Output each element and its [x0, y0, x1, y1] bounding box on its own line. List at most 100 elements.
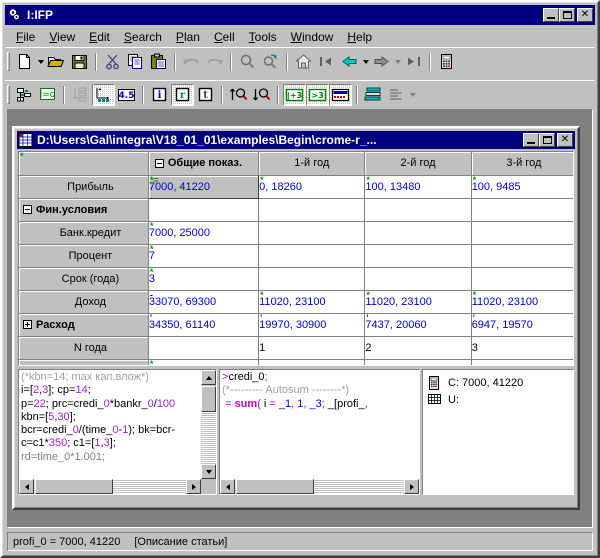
scroll-right-button[interactable] [186, 479, 201, 494]
forward-dropdown[interactable] [393, 51, 402, 73]
column-header-general[interactable]: Общие показ. [148, 152, 260, 176]
scroll-left-button[interactable] [220, 479, 235, 494]
menu-edit[interactable]: Edit [82, 28, 117, 46]
cell-bank-year3[interactable] [471, 221, 573, 245]
row-header-n-goda[interactable]: N года [19, 336, 149, 360]
redo-button[interactable] [203, 51, 226, 73]
calculator-button[interactable] [435, 51, 458, 73]
save-button[interactable] [68, 51, 91, 73]
insert-plus-button[interactable]: |+3 [283, 83, 306, 106]
column-header-corner[interactable]: * [19, 152, 149, 176]
undo-button[interactable] [180, 51, 203, 73]
layers-button[interactable] [362, 84, 385, 106]
sort-tree-button[interactable] [69, 84, 92, 106]
cell-srok-year1[interactable] [258, 267, 366, 291]
cell-ngoda-year2[interactable]: 2 [364, 336, 472, 360]
watch-pane[interactable]: C: 7000, 41220 U: [422, 369, 574, 495]
last-button[interactable] [402, 51, 425, 73]
cell-dohod-general[interactable]: -33070, 69300 [148, 290, 260, 314]
cell-dohod-year1[interactable]: * 11020, 23100 [258, 290, 366, 314]
maximize-button[interactable] [559, 8, 575, 22]
menu-tools[interactable]: Tools [242, 28, 284, 46]
menu-view[interactable]: View [42, 28, 82, 46]
scroll-right-button[interactable] [404, 479, 419, 494]
cell-procent-year2[interactable] [364, 244, 472, 268]
cell-bank-general[interactable]: * 7000, 25000 [148, 221, 260, 245]
menu-plan[interactable]: Plan [169, 28, 207, 46]
column-header-year3[interactable]: 3-й год [471, 152, 573, 176]
scroll-left-button[interactable] [19, 479, 34, 494]
formula-text[interactable]: >credi_0; (*--------- Autosum --------*)… [222, 371, 417, 479]
cell-srok-general[interactable]: * 3 [148, 267, 260, 291]
expand-toggle-icon[interactable] [23, 320, 32, 330]
source-vertical-scrollbar[interactable] [201, 370, 216, 479]
cell-fin-year3[interactable] [471, 198, 573, 222]
document-close-button[interactable]: ✕ [557, 133, 573, 147]
cell-srok-year2[interactable] [364, 267, 472, 291]
cell-procent-general[interactable]: * 7 [148, 244, 260, 268]
search-up-button[interactable] [227, 84, 250, 106]
source-code-text[interactable]: (*kbn=14; max кап.влож*) i=[2,3]; cp=14;… [21, 371, 201, 479]
info-button[interactable]: i [148, 84, 171, 106]
cell-ngoda-general[interactable] [148, 336, 260, 360]
cell-fin-year2[interactable] [364, 198, 472, 222]
search-down-button[interactable] [250, 84, 273, 106]
cell-chist-year1[interactable] [258, 359, 366, 365]
first-button[interactable] [315, 51, 338, 73]
collapse-toggle-icon[interactable] [23, 205, 32, 215]
row-header-chist-pribyl[interactable]: Чист.прибыль [19, 359, 149, 365]
cell-chist-year3[interactable] [471, 359, 573, 365]
menu-search[interactable]: Search [117, 28, 169, 46]
scroll-down-button[interactable] [201, 464, 216, 479]
cell-rashod-general[interactable]: ' 34350, 61140 [148, 313, 260, 337]
row-header-dohod[interactable]: Доход [19, 290, 149, 314]
cell-rashod-year2[interactable]: ' 7437, 20060 [364, 313, 472, 337]
back-dropdown[interactable] [361, 51, 370, 73]
chart-axes-button[interactable] [92, 83, 115, 106]
toolbar-grip[interactable] [7, 85, 10, 104]
document-minimize-button[interactable] [523, 133, 539, 147]
watch-row-c[interactable]: C: 7000, 41220 [423, 374, 573, 391]
cut-button[interactable] [101, 51, 124, 73]
cell-pribyl-year1[interactable]: * 0, 18260 [258, 175, 366, 199]
menu-window[interactable]: Window [284, 28, 341, 46]
cell-dohod-year3[interactable]: * 11020, 23100 [471, 290, 573, 314]
cell-rashod-year3[interactable]: ' 6947, 19570 [471, 313, 573, 337]
formula-pane[interactable]: >credi_0; (*--------- Autosum --------*)… [219, 369, 420, 495]
cell-rashod-year1[interactable]: ' 19970, 30900 [258, 313, 366, 337]
menu-help[interactable]: Help [340, 28, 379, 46]
row-header-fin-usloviya[interactable]: Фин.условия [19, 198, 149, 222]
column-header-year2[interactable]: 2-й год [364, 152, 472, 176]
source-hscroll-thumb[interactable] [35, 479, 113, 494]
magnifier-button[interactable] [236, 51, 259, 73]
tree-structure-button[interactable] [13, 84, 36, 106]
magnifier-refresh-button[interactable] [259, 51, 282, 73]
new-document-button[interactable] [13, 51, 36, 73]
row-header-pribyl[interactable]: Прибыль [19, 175, 149, 199]
i-equals-o-button[interactable]: i=o [36, 84, 59, 106]
align-dropdown[interactable] [408, 84, 417, 106]
paste-button[interactable] [147, 51, 170, 73]
align-button[interactable] [385, 84, 408, 106]
cell-fin-year1[interactable] [258, 198, 366, 222]
source-vscroll-thumb[interactable] [201, 386, 216, 412]
t-letter-button[interactable]: t [194, 84, 217, 106]
back-button[interactable] [338, 51, 361, 73]
cell-procent-year3[interactable] [471, 244, 573, 268]
cell-procent-year1[interactable] [258, 244, 366, 268]
precision-45-button[interactable]: 4.5 [115, 84, 138, 106]
close-button[interactable]: ✕ [577, 8, 593, 22]
watch-row-u[interactable]: U: [423, 391, 573, 408]
row-header-procent[interactable]: Процент [19, 244, 149, 268]
row-header-rashod[interactable]: Расход [19, 313, 149, 337]
r-letter-button[interactable]: r [171, 83, 194, 106]
menu-cell[interactable]: Cell [207, 28, 242, 46]
source-code-pane[interactable]: (*kbn=14; max кап.влож*) i=[2,3]; cp=14;… [18, 369, 217, 495]
new-document-dropdown[interactable] [36, 51, 45, 73]
minimize-button[interactable] [543, 8, 559, 22]
cell-pribyl-general[interactable]: *= 7000, 41220 [148, 175, 260, 199]
source-horizontal-scrollbar[interactable] [19, 479, 201, 494]
row-header-bank-kredit[interactable]: Банк.кредит [19, 221, 149, 245]
cell-ngoda-year3[interactable]: 3 [471, 336, 573, 360]
formula-hscroll-thumb[interactable] [236, 479, 314, 494]
